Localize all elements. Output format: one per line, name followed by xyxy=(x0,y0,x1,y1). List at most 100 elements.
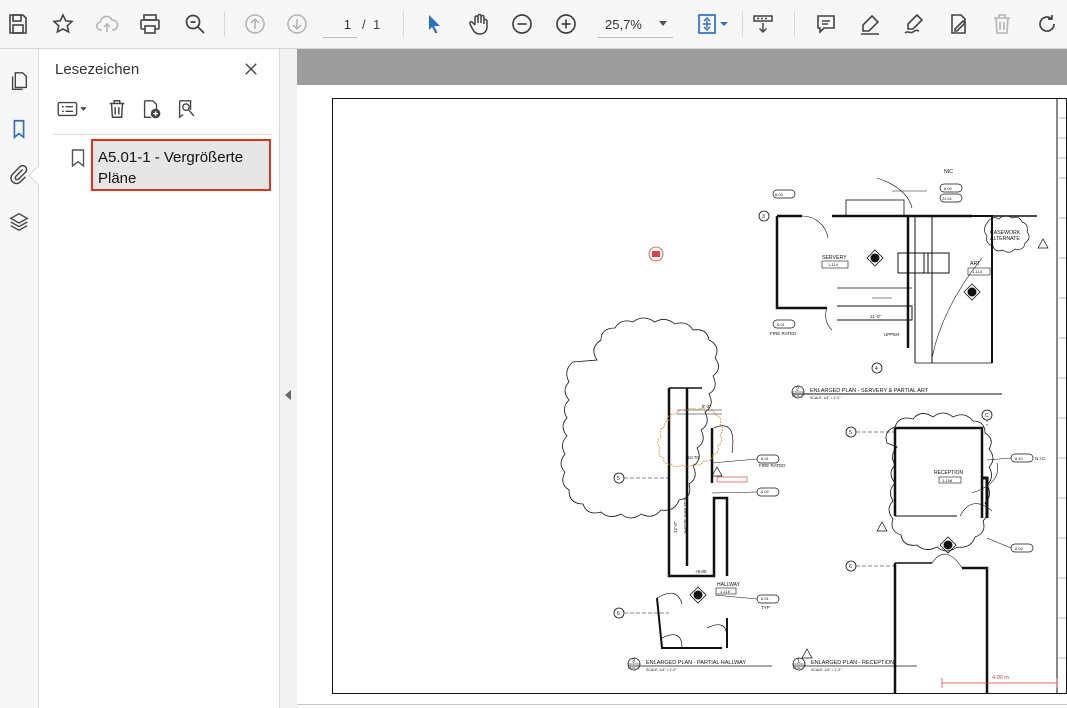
label-fire-rated-b: FIRE RATED xyxy=(759,463,786,468)
tag-6-01c: 6.01 xyxy=(761,596,770,601)
page-number-input[interactable] xyxy=(323,12,357,38)
label-dim-8: 8'-3" xyxy=(702,404,711,409)
title-3-num: 3 xyxy=(632,659,635,665)
comment-icon[interactable] xyxy=(810,8,842,40)
bookmark-icon[interactable] xyxy=(4,114,34,144)
tag-6-01b: 6.01 xyxy=(761,456,770,461)
scroll-mode-icon[interactable] xyxy=(747,8,779,40)
label-hallway-num: 1-116 xyxy=(720,589,731,594)
label-hallway: HALLWAY xyxy=(717,582,741,588)
grid-6a: 6 xyxy=(617,611,620,617)
title-3-scale: SCALE: 1/4" = 1'-0" xyxy=(646,668,677,672)
document-bottom-edge xyxy=(297,704,1067,705)
grid-3: 3 xyxy=(762,214,765,220)
hand-tool-icon[interactable] xyxy=(463,8,495,40)
camera-marker[interactable] xyxy=(648,246,664,262)
label-elev-2: +9.80 xyxy=(695,569,707,574)
document-top-bar xyxy=(297,49,1067,85)
grid-4: 4 xyxy=(875,366,878,372)
collapse-panel-icon[interactable] xyxy=(285,390,291,400)
label-art: ART xyxy=(970,261,981,267)
zoom-select[interactable]: 25,7% xyxy=(597,12,673,38)
zoom-out-icon[interactable] xyxy=(506,8,538,40)
zoom-in-icon[interactable] xyxy=(550,8,582,40)
highlight-icon[interactable] xyxy=(854,8,886,40)
star-icon[interactable] xyxy=(47,8,79,40)
grid-5a: 5 xyxy=(617,476,620,482)
label-slope: 1:12 MAX SLOPE xyxy=(683,498,688,534)
toolbar-separator xyxy=(742,11,743,37)
print-icon[interactable] xyxy=(134,8,166,40)
tag-6-09: 6.09 xyxy=(944,186,953,191)
title-1-sheet: A5.01-1 xyxy=(793,666,803,670)
label-upper: UPPER xyxy=(884,332,900,337)
bookmark-options-button[interactable] xyxy=(53,96,91,122)
layers-icon[interactable] xyxy=(4,207,34,237)
save-icon[interactable] xyxy=(2,8,34,40)
bookmarks-panel: Lesezeichen A5.01-1 - Vergrößerte Pläne xyxy=(39,49,280,708)
rotate-icon[interactable] xyxy=(1031,8,1063,40)
previous-page-icon[interactable] xyxy=(239,8,271,40)
delete-icon[interactable] xyxy=(986,8,1018,40)
tag-6-03: 6.03 xyxy=(775,192,784,197)
left-rail xyxy=(0,49,47,708)
grid-6b: 6 xyxy=(849,564,852,570)
tag-6-02b: 6.02 xyxy=(1015,546,1024,551)
document-view[interactable]: NIC CASEWORK ALTERNATE SERVERY 1-114 ART… xyxy=(297,49,1067,708)
grid-5b: 5 xyxy=(849,430,852,436)
tag-6-10: 6.10 xyxy=(1015,456,1024,461)
label-nic-b: N.I.C. xyxy=(1035,456,1047,461)
label-servery-num: 1-114 xyxy=(828,262,839,267)
tag-6-02: 6.02 xyxy=(761,489,770,494)
edit-pdf-icon[interactable] xyxy=(942,8,974,40)
delete-bookmark-icon[interactable] xyxy=(104,96,130,122)
bookmark-label[interactable]: A5.01-1 - Vergrößerte Pläne xyxy=(91,139,271,191)
cloud-upload-icon[interactable] xyxy=(91,8,123,40)
tag-22-01: 22.01 xyxy=(942,196,953,201)
sign-icon[interactable] xyxy=(898,8,930,40)
title-2-scale: SCALE: 1/4" = 1'-0" xyxy=(810,396,841,400)
floor-plan-drawing: NIC CASEWORK ALTERNATE SERVERY 1-114 ART… xyxy=(332,98,1067,694)
label-dim-11: 11'-0" xyxy=(870,314,882,319)
select-cursor-icon[interactable] xyxy=(418,8,450,40)
title-3-text: ENLARGED PLAN - PARTIAL HALLWAY xyxy=(646,660,746,666)
measurement-label: 4.00 m xyxy=(992,675,1009,681)
panel-title: Lesezeichen xyxy=(55,61,140,78)
toolbar-separator xyxy=(794,11,795,37)
label-dim-12: 12'-0" xyxy=(673,521,678,533)
toolbar-separator xyxy=(224,11,225,37)
title-2-num: 2 xyxy=(796,387,799,393)
label-fire-rated: FIRE RATED xyxy=(770,331,797,336)
grid-c: C xyxy=(985,413,989,419)
title-1-scale: SCALE: 1/4" = 1'-0" xyxy=(811,668,842,672)
panel-divider xyxy=(53,134,272,135)
panel-splitter[interactable] xyxy=(280,49,297,708)
title-3-sheet: A5.01-1 xyxy=(628,666,638,670)
toolbar-separator xyxy=(403,11,404,37)
zoom-value: 25,7% xyxy=(605,17,642,32)
page-separator: / xyxy=(362,17,366,32)
label-reception: RECEPTION xyxy=(934,470,964,476)
bookmark-item-icon xyxy=(71,149,85,167)
fit-page-icon[interactable] xyxy=(693,8,733,40)
pages-icon[interactable] xyxy=(4,66,34,96)
title-1-text: ENLARGED PLAN - RECEPTION xyxy=(811,660,894,666)
page-total: 1 xyxy=(373,17,381,32)
chevron-down-icon xyxy=(659,21,667,26)
label-typ: TYP xyxy=(761,605,770,610)
next-page-icon[interactable] xyxy=(281,8,313,40)
label-nic: NIC xyxy=(944,169,953,175)
label-servery: SERVERY xyxy=(822,255,847,261)
label-reception-num: 1-106 xyxy=(942,478,953,483)
search-icon[interactable] xyxy=(179,8,211,40)
bookmark-search-icon[interactable] xyxy=(172,96,200,122)
title-1-num: 1 xyxy=(797,659,800,665)
tag-6-01: 6.01 xyxy=(777,322,786,327)
new-bookmark-icon[interactable] xyxy=(137,96,165,122)
label-alternate: ALTERNATE xyxy=(990,236,1020,242)
title-2-sheet: A5.01-1 xyxy=(792,394,802,398)
label-art-num: 1-113 xyxy=(972,269,983,274)
bookmark-label-line2: Pläne xyxy=(98,170,137,187)
bookmark-label-line1: A5.01-1 - Vergrößerte xyxy=(98,149,244,166)
close-icon[interactable] xyxy=(239,57,263,81)
